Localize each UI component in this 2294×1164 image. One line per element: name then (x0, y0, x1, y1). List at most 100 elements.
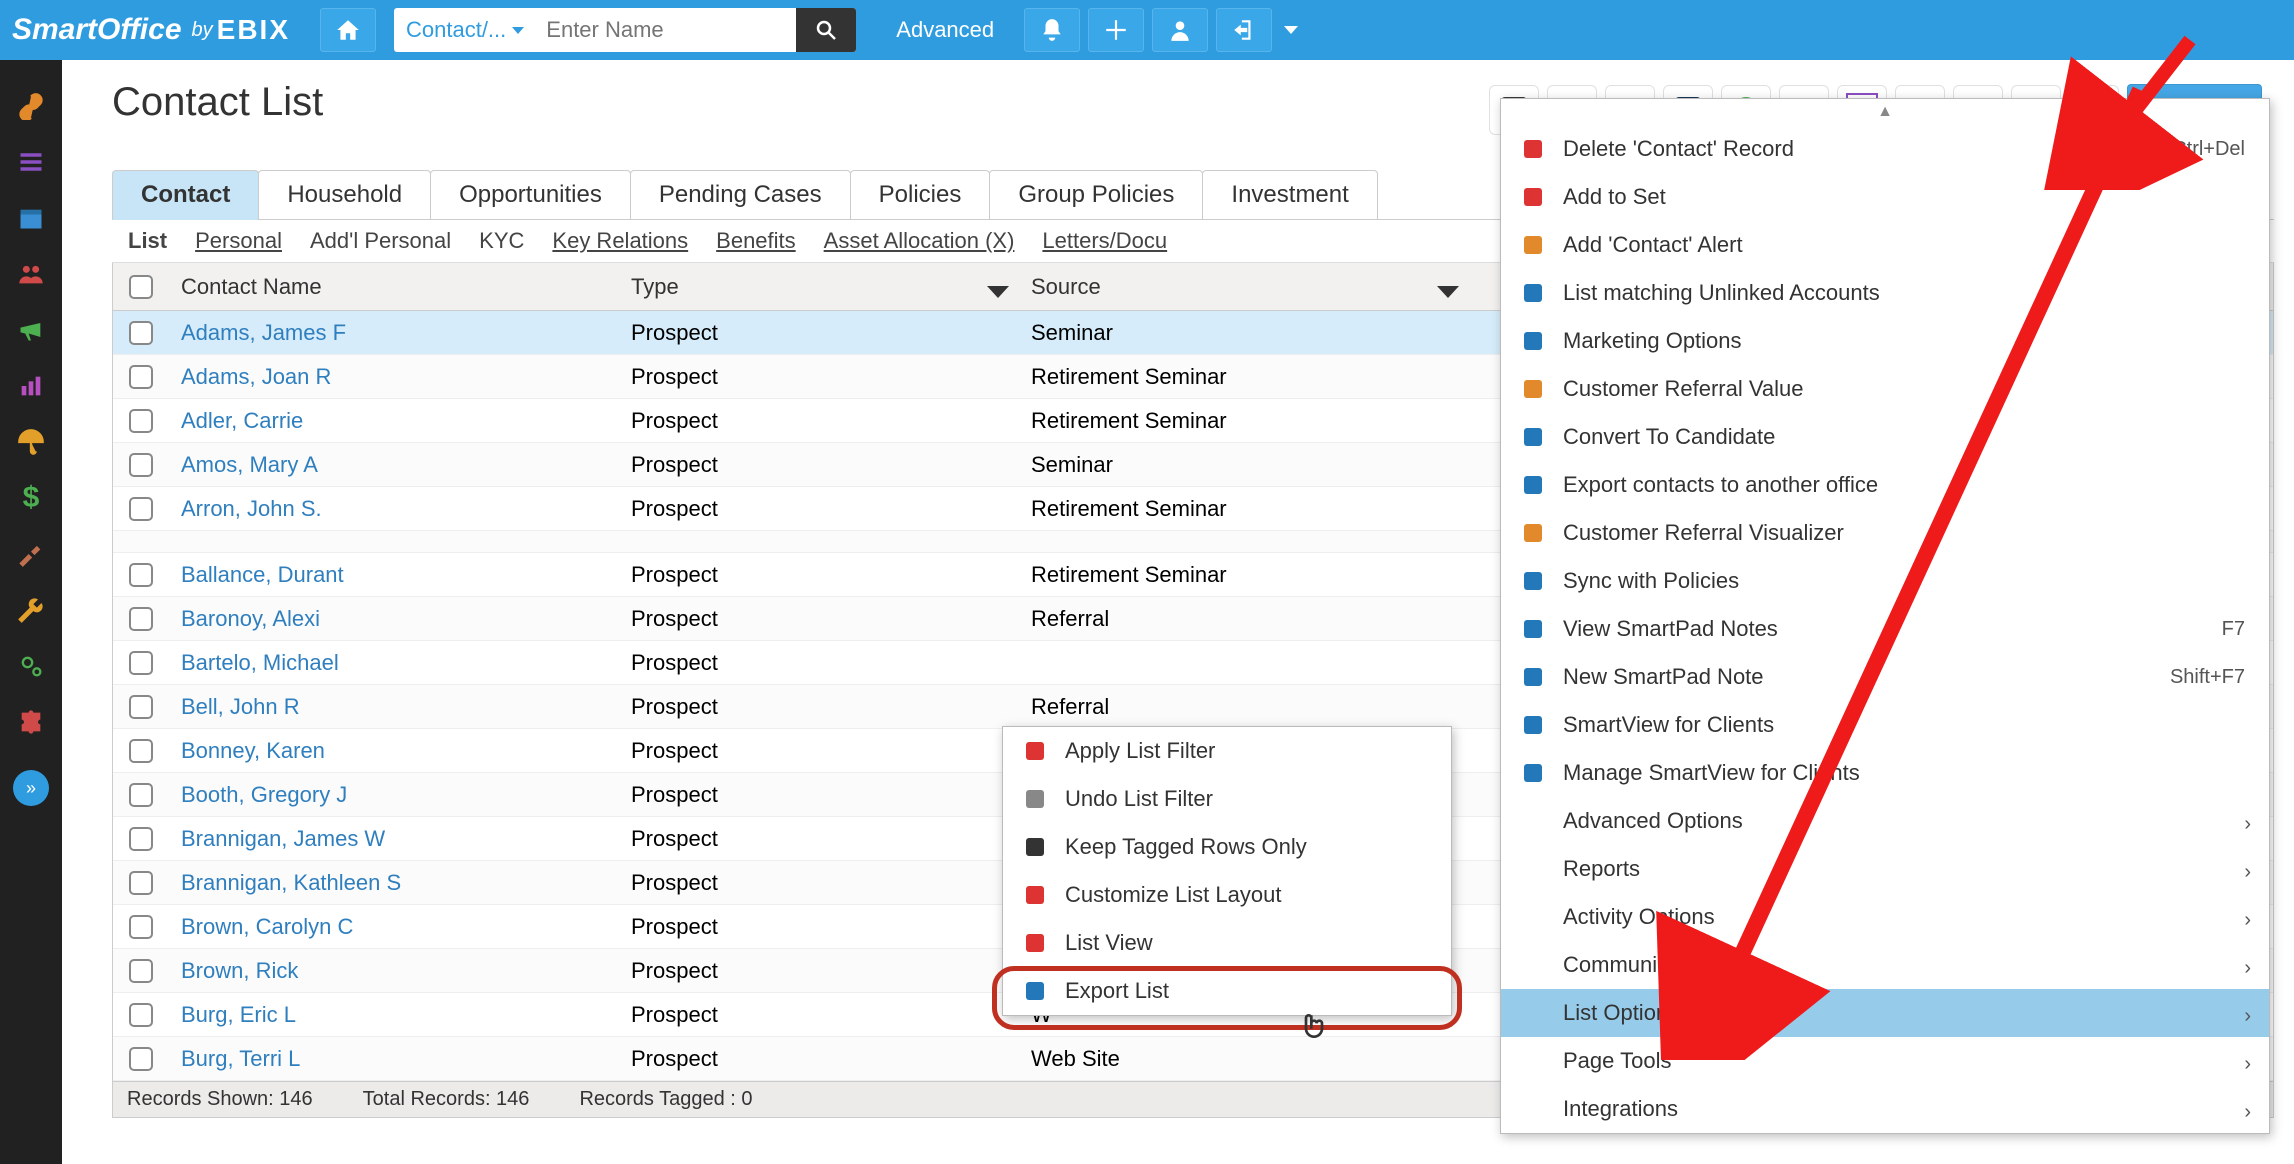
sidebar-umbrella[interactable] (11, 414, 51, 470)
menu-item-add-contact-alert[interactable]: Add 'Contact' Alert (1501, 221, 2269, 269)
submenu-item-apply-list-filter[interactable]: Apply List Filter (1003, 727, 1451, 775)
menu-item-delete-contact-record[interactable]: Delete 'Contact' RecordCtrl+Del (1501, 125, 2269, 173)
search-button[interactable] (796, 8, 856, 52)
contact-name-link[interactable]: Burg, Terri L (181, 1046, 300, 1071)
sidebar-tools[interactable] (11, 582, 51, 638)
submenu-item-keep-tagged-rows-only[interactable]: Keep Tagged Rows Only (1003, 823, 1451, 871)
submenu-item-customize-list-layout[interactable]: Customize List Layout (1003, 871, 1451, 919)
contact-name-link[interactable]: Adams, Joan R (181, 364, 331, 389)
subtab-letters-docu[interactable]: Letters/Docu (1042, 228, 1167, 254)
menu-item-customer-referral-value[interactable]: Customer Referral Value (1501, 365, 2269, 413)
contact-name-link[interactable]: Bell, John R (181, 694, 300, 719)
column-type[interactable]: Type (619, 274, 1019, 300)
menu-item-sync-with-policies[interactable]: Sync with Policies (1501, 557, 2269, 605)
login-button[interactable] (1216, 8, 1272, 52)
search-type-dropdown[interactable]: Contact/... (394, 17, 536, 43)
contact-name-link[interactable]: Bartelo, Michael (181, 650, 339, 675)
submenu-item-export-list[interactable]: Export List (1003, 967, 1451, 1015)
subtab-add-l-personal[interactable]: Add'l Personal (310, 228, 451, 254)
subtab-list[interactable]: List (128, 228, 167, 254)
contact-name-link[interactable]: Brown, Rick (181, 958, 298, 983)
sidebar-settings[interactable] (11, 638, 51, 694)
contact-name-link[interactable]: Ballance, Durant (181, 562, 344, 587)
sidebar-calendar[interactable] (11, 190, 51, 246)
contact-name-link[interactable]: Brannigan, Kathleen S (181, 870, 401, 895)
row-checkbox[interactable] (129, 783, 153, 807)
sidebar-links[interactable] (11, 78, 51, 134)
sidebar-plugins[interactable] (11, 694, 51, 750)
search-input[interactable] (536, 8, 796, 52)
contact-name-link[interactable]: Adams, James F (181, 320, 346, 345)
chevron-down-icon[interactable] (1284, 26, 1298, 34)
scroll-up-icon[interactable]: ▲ (1501, 99, 2269, 125)
contact-name-link[interactable]: Arron, John S. (181, 496, 322, 521)
row-checkbox[interactable] (129, 1003, 153, 1027)
sidebar-announce[interactable] (11, 302, 51, 358)
row-checkbox[interactable] (129, 563, 153, 587)
menu-item-view-smartpad-notes[interactable]: View SmartPad NotesF7 (1501, 605, 2269, 653)
row-checkbox[interactable] (129, 607, 153, 631)
contact-name-link[interactable]: Burg, Eric L (181, 1002, 296, 1027)
tab-contact[interactable]: Contact (112, 170, 259, 220)
subtab-personal[interactable]: Personal (195, 228, 282, 254)
sidebar-gavel[interactable] (11, 526, 51, 582)
sidebar-people[interactable] (11, 246, 51, 302)
menu-item-manage-smartview-for-clients[interactable]: Manage SmartView for Clients (1501, 749, 2269, 797)
tab-household[interactable]: Household (258, 170, 431, 220)
menu-item-integrations[interactable]: Integrations› (1501, 1085, 2269, 1133)
sidebar-expand[interactable]: » (13, 770, 49, 806)
row-checkbox[interactable] (129, 959, 153, 983)
contact-name-link[interactable]: Baronoy, Alexi (181, 606, 320, 631)
menu-item-add-to-set[interactable]: Add to Set (1501, 173, 2269, 221)
menu-item-export-contacts-to-another-office[interactable]: Export contacts to another office (1501, 461, 2269, 509)
subtab-key-relations[interactable]: Key Relations (552, 228, 688, 254)
contact-name-link[interactable]: Amos, Mary A (181, 452, 318, 477)
contact-name-link[interactable]: Brown, Carolyn C (181, 914, 353, 939)
filter-icon[interactable] (987, 286, 1009, 298)
menu-item-convert-to-candidate[interactable]: Convert To Candidate (1501, 413, 2269, 461)
tab-policies[interactable]: Policies (850, 170, 991, 220)
advanced-search-link[interactable]: Advanced (896, 17, 994, 43)
menu-item-activity-options[interactable]: Activity Options› (1501, 893, 2269, 941)
contact-name-link[interactable]: Adler, Carrie (181, 408, 303, 433)
column-source[interactable]: Source (1019, 274, 1469, 300)
menu-item-reports[interactable]: Reports› (1501, 845, 2269, 893)
tab-investment[interactable]: Investment (1202, 170, 1377, 220)
menu-item-page-tools[interactable]: Page Tools› (1501, 1037, 2269, 1085)
row-checkbox[interactable] (129, 409, 153, 433)
home-button[interactable] (320, 8, 376, 52)
submenu-item-list-view[interactable]: List View (1003, 919, 1451, 967)
menu-item-list-matching-unlinked-accounts[interactable]: List matching Unlinked Accounts (1501, 269, 2269, 317)
tab-group-policies[interactable]: Group Policies (989, 170, 1203, 220)
contact-name-link[interactable]: Brannigan, James W (181, 826, 385, 851)
row-checkbox[interactable] (129, 497, 153, 521)
subtab-asset-allocation-x-[interactable]: Asset Allocation (X) (824, 228, 1015, 254)
row-checkbox[interactable] (129, 453, 153, 477)
menu-item-new-smartpad-note[interactable]: New SmartPad NoteShift+F7 (1501, 653, 2269, 701)
subtab-benefits[interactable]: Benefits (716, 228, 796, 254)
user-button[interactable] (1152, 8, 1208, 52)
sidebar-menu[interactable] (11, 134, 51, 190)
row-checkbox[interactable] (129, 1047, 153, 1071)
add-button[interactable] (1088, 8, 1144, 52)
menu-item-list-options[interactable]: List Options› (1501, 989, 2269, 1037)
tab-pending-cases[interactable]: Pending Cases (630, 170, 851, 220)
submenu-item-undo-list-filter[interactable]: Undo List Filter (1003, 775, 1451, 823)
row-checkbox[interactable] (129, 871, 153, 895)
sidebar-reports[interactable] (11, 358, 51, 414)
row-checkbox[interactable] (129, 321, 153, 345)
contact-name-link[interactable]: Bonney, Karen (181, 738, 325, 763)
notifications-button[interactable] (1024, 8, 1080, 52)
filter-icon[interactable] (1437, 286, 1459, 298)
menu-item-advanced-options[interactable]: Advanced Options› (1501, 797, 2269, 845)
menu-item-customer-referral-visualizer[interactable]: Customer Referral Visualizer (1501, 509, 2269, 557)
select-all-checkbox[interactable] (129, 275, 153, 299)
menu-item-marketing-options[interactable]: Marketing Options (1501, 317, 2269, 365)
row-checkbox[interactable] (129, 915, 153, 939)
row-checkbox[interactable] (129, 365, 153, 389)
row-checkbox[interactable] (129, 827, 153, 851)
column-name[interactable]: Contact Name (169, 274, 619, 300)
menu-item-smartview-for-clients[interactable]: SmartView for Clients (1501, 701, 2269, 749)
menu-item-communications[interactable]: Communications› (1501, 941, 2269, 989)
subtab-kyc[interactable]: KYC (479, 228, 524, 254)
